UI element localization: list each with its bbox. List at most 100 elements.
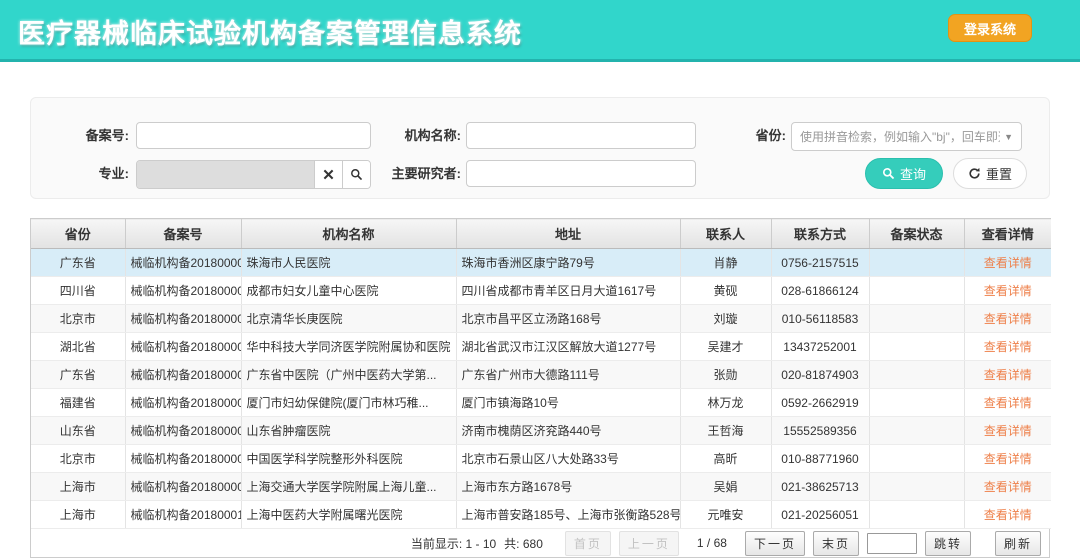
next-page-button[interactable]: 下一页: [745, 531, 805, 556]
jump-button[interactable]: 跳转: [925, 531, 971, 556]
cell-record_no: 械临机构备201800004: [125, 333, 241, 361]
specialty-label: 专业:: [31, 160, 129, 187]
cell-phone: 15552589356: [771, 417, 869, 445]
cell-contact: 吴娟: [680, 473, 771, 501]
province-select-placeholder: 使用拼音检索，例如输入"bj"，回车即选...: [800, 128, 1000, 145]
form-actions: 查询 重置: [865, 158, 1027, 189]
column-header: 联系方式: [771, 219, 869, 249]
pagination-bar: 当前显示: 1 - 10 共: 680 首页 上一页 1 / 68 下一页 末页…: [31, 529, 1049, 557]
cell-org: 厦门市妇幼保健院(厦门市林巧稚...: [241, 389, 456, 417]
cell-org: 山东省肿瘤医院: [241, 417, 456, 445]
record-no-input[interactable]: [136, 122, 371, 149]
cell-phone: 021-20256051: [771, 501, 869, 529]
showing-range-text: 当前显示: 1 - 10: [411, 535, 496, 552]
table-row[interactable]: 福建省械临机构备201800006厦门市妇幼保健院(厦门市林巧稚...厦门市镇海…: [31, 389, 1051, 417]
cell-province: 湖北省: [31, 333, 125, 361]
cell-record_no: 械临机构备201800006: [125, 389, 241, 417]
cell-address: 济南市槐荫区济兖路440号: [456, 417, 680, 445]
cell-address: 广东省广州市大德路111号: [456, 361, 680, 389]
cell-status: [869, 501, 964, 529]
cell-phone: 020-81874903: [771, 361, 869, 389]
pi-label: 主要研究者:: [371, 160, 461, 187]
app-header: 医疗器械临床试验机构备案管理信息系统 登录系统: [0, 0, 1080, 62]
cell-province: 北京市: [31, 445, 125, 473]
org-name-input[interactable]: [466, 122, 696, 149]
cell-contact: 林万龙: [680, 389, 771, 417]
cell-phone: 0756-2157515: [771, 249, 869, 277]
cell-status: [869, 445, 964, 473]
page-indicator: 1 / 68: [697, 536, 727, 550]
cell-record_no: 械临机构备201800002: [125, 277, 241, 305]
cell-contact: 黄砚: [680, 277, 771, 305]
cell-phone: 0592-2662919: [771, 389, 869, 417]
view-detail-link[interactable]: 查看详情: [984, 508, 1032, 522]
cell-status: [869, 417, 964, 445]
table-row[interactable]: 山东省械临机构备201800007山东省肿瘤医院济南市槐荫区济兖路440号王哲海…: [31, 417, 1051, 445]
table-row[interactable]: 广东省械临机构备201800001珠海市人民医院珠海市香洲区康宁路79号肖静07…: [31, 249, 1051, 277]
query-button[interactable]: 查询: [865, 158, 943, 189]
cell-province: 上海市: [31, 473, 125, 501]
cell-contact: 高昕: [680, 445, 771, 473]
cell-phone: 028-61866124: [771, 277, 869, 305]
table-row[interactable]: 上海市械临机构备201800009上海交通大学医学院附属上海儿童...上海市东方…: [31, 473, 1051, 501]
cell-province: 广东省: [31, 361, 125, 389]
column-header: 联系人: [680, 219, 771, 249]
table-row[interactable]: 广东省械临机构备201800005广东省中医院（广州中医药大学第...广东省广州…: [31, 361, 1051, 389]
cell-phone: 021-38625713: [771, 473, 869, 501]
province-select[interactable]: 使用拼音检索，例如输入"bj"，回车即选... ▼: [791, 122, 1022, 151]
prev-page-button[interactable]: 上一页: [619, 531, 679, 556]
last-page-button[interactable]: 末页: [813, 531, 859, 556]
pi-input[interactable]: [466, 160, 696, 187]
cell-address: 厦门市镇海路10号: [456, 389, 680, 417]
column-header: 查看详情: [964, 219, 1051, 249]
view-detail-link[interactable]: 查看详情: [984, 480, 1032, 494]
table-row[interactable]: 上海市械临机构备201800010上海中医药大学附属曙光医院上海市普安路185号…: [31, 501, 1051, 529]
view-detail-link[interactable]: 查看详情: [984, 256, 1032, 270]
column-header: 省份: [31, 219, 125, 249]
reset-button[interactable]: 重置: [953, 158, 1027, 189]
cell-contact: 王哲海: [680, 417, 771, 445]
view-detail-link[interactable]: 查看详情: [984, 284, 1032, 298]
cell-address: 珠海市香洲区康宁路79号: [456, 249, 680, 277]
cell-record_no: 械临机构备201800010: [125, 501, 241, 529]
view-detail-link[interactable]: 查看详情: [984, 312, 1032, 326]
cell-record_no: 械临机构备201800007: [125, 417, 241, 445]
reset-button-label: 重置: [986, 164, 1012, 183]
table-body: 广东省械临机构备201800001珠海市人民医院珠海市香洲区康宁路79号肖静07…: [31, 249, 1051, 529]
search-panel: 备案号: 机构名称: 省份: 使用拼音检索，例如输入"bj"，回车即选... ▼…: [30, 97, 1050, 199]
table-row[interactable]: 北京市械临机构备201800008中国医学科学院整形外科医院北京市石景山区八大处…: [31, 445, 1051, 473]
results-table: 省份备案号机构名称地址联系人联系方式备案状态查看详情 广东省械临机构备20180…: [30, 218, 1050, 558]
cell-contact: 吴建才: [680, 333, 771, 361]
specialty-lookup-button[interactable]: [342, 161, 370, 188]
table-header: 省份备案号机构名称地址联系人联系方式备案状态查看详情: [31, 219, 1051, 249]
cell-province: 四川省: [31, 277, 125, 305]
table-row[interactable]: 湖北省械临机构备201800004华中科技大学同济医学院附属协和医院湖北省武汉市…: [31, 333, 1051, 361]
view-detail-link[interactable]: 查看详情: [984, 424, 1032, 438]
cell-org: 上海交通大学医学院附属上海儿童...: [241, 473, 456, 501]
view-detail-link[interactable]: 查看详情: [984, 340, 1032, 354]
refresh-button[interactable]: 刷新: [995, 531, 1041, 556]
cell-address: 上海市东方路1678号: [456, 473, 680, 501]
search-icon: [350, 168, 363, 181]
cell-org: 珠海市人民医院: [241, 249, 456, 277]
login-button[interactable]: 登录系统: [948, 14, 1032, 42]
record-no-label: 备案号:: [31, 122, 129, 149]
cell-phone: 010-56118583: [771, 305, 869, 333]
cell-record_no: 械临机构备201800001: [125, 249, 241, 277]
view-detail-link[interactable]: 查看详情: [984, 396, 1032, 410]
specialty-input[interactable]: [137, 161, 314, 188]
column-header: 备案状态: [869, 219, 964, 249]
jump-page-input[interactable]: [867, 533, 917, 554]
table-row[interactable]: 北京市械临机构备201800003北京清华长庚医院北京市昌平区立汤路168号刘璇…: [31, 305, 1051, 333]
cell-org: 北京清华长庚医院: [241, 305, 456, 333]
cell-province: 山东省: [31, 417, 125, 445]
view-detail-link[interactable]: 查看详情: [984, 368, 1032, 382]
cell-record_no: 械临机构备201800008: [125, 445, 241, 473]
cell-province: 福建省: [31, 389, 125, 417]
cell-status: [869, 249, 964, 277]
table-row[interactable]: 四川省械临机构备201800002成都市妇女儿童中心医院四川省成都市青羊区日月大…: [31, 277, 1051, 305]
first-page-button[interactable]: 首页: [565, 531, 611, 556]
view-detail-link[interactable]: 查看详情: [984, 452, 1032, 466]
clear-button[interactable]: [314, 161, 342, 188]
cell-org: 成都市妇女儿童中心医院: [241, 277, 456, 305]
